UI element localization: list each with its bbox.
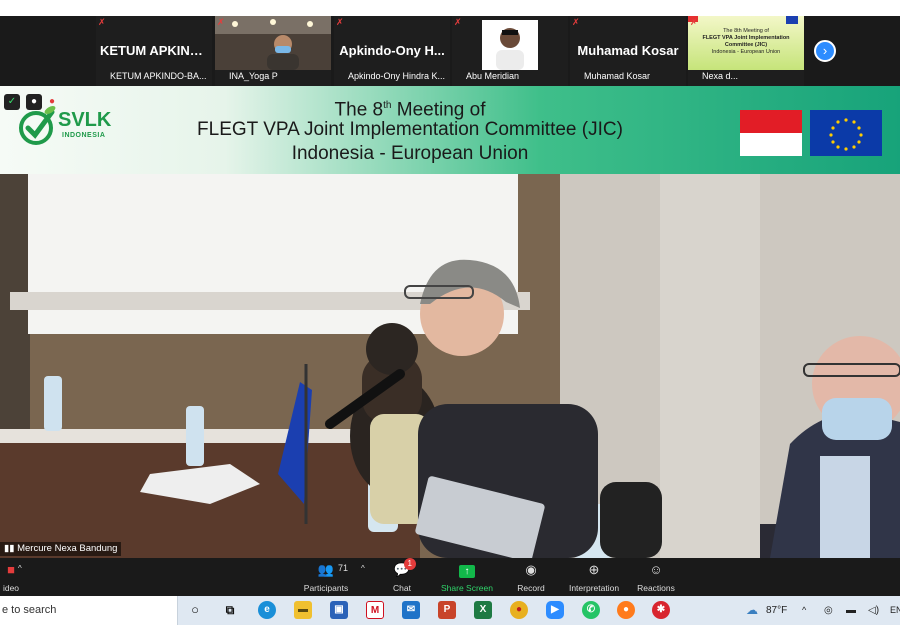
eu-flag — [810, 110, 882, 156]
participant-name: Muhamad Kosar — [584, 71, 651, 81]
participant-display-name: Apkindo-Ony H... — [339, 43, 445, 58]
participant-tile[interactable]: ✗ Abu Meridian — [452, 16, 568, 86]
indonesia-flag — [740, 110, 802, 156]
weather-icon[interactable]: ☁ — [746, 596, 758, 625]
excel-icon[interactable]: X — [474, 601, 492, 619]
svlk-leaf-icon — [19, 106, 56, 145]
interpretation-button[interactable]: ⊕ Interpretation — [562, 558, 626, 596]
eu-flag-icon — [786, 16, 798, 24]
share-screen-button[interactable]: ↑ Share Screen — [436, 558, 498, 596]
participant-photo — [452, 16, 568, 70]
meeting-banner: ✓ ● ● SVLK INDONESIA The 8th Meeting of FL… — [0, 86, 900, 174]
mini-slide-line3: Indonesia - European Union — [711, 49, 781, 55]
logo-text: SVLK — [58, 109, 112, 131]
smiley-icon: ☺ — [649, 562, 663, 577]
chat-bubble-icon: 💬 — [393, 562, 411, 577]
logo-subtext: INDONESIA — [62, 132, 106, 139]
chevron-up-icon[interactable]: ^ — [361, 564, 365, 573]
participant-video — [215, 16, 331, 70]
mini-slide-line1: The 8th Meeting of — [723, 28, 769, 34]
cortana-icon[interactable]: ○ — [186, 601, 204, 619]
muted-mic-icon: ✗ — [454, 17, 462, 27]
participant-tile[interactable]: The 8th Meeting of FLEGT VPA Joint Imple… — [688, 16, 804, 86]
participants-count: 71 — [338, 563, 349, 573]
participant-name: Nexa d... — [702, 71, 739, 81]
chat-button[interactable]: 💬 1 Chat — [380, 558, 424, 596]
edge-icon[interactable]: e — [258, 601, 276, 619]
weather-temperature[interactable]: 87°F — [766, 596, 787, 625]
participant-display-name: Muhamad Kosar — [577, 43, 679, 58]
banner-line-2: FLEGT VPA Joint Implementation Committee… — [197, 119, 623, 140]
share-screen-icon: ↑ — [459, 565, 475, 578]
meeting-controls: ■ ideo ^ 👥 Participants 71 ^ 💬 1 Chat ↑ … — [0, 558, 900, 596]
participant-tile[interactable]: Apkindo-Ony H... ✗ Apkindo-Ony Hindra K.… — [334, 16, 450, 86]
windows-taskbar: e to search ○ ⧉ e ▬ ▣ M ✉ P X ● ▶ ✆ ● ✱ … — [0, 596, 900, 625]
network-icon[interactable]: ◎ — [824, 596, 833, 625]
muted-mic-icon: ✗ — [572, 17, 580, 27]
participant-tile[interactable]: Muhamad Kosar ✗ Muhamad Kosar — [570, 16, 686, 86]
muted-mic-icon: ✗ — [98, 17, 106, 27]
mail-icon[interactable]: ✉ — [402, 601, 420, 619]
signal-bars-icon: ▮▮ — [4, 543, 15, 554]
participant-name: INA_Yoga P — [229, 71, 278, 81]
speaker-icon[interactable]: ◁) — [868, 596, 879, 625]
muted-mic-icon: ✗ — [336, 17, 344, 27]
participant-name: Abu Meridian — [466, 71, 520, 81]
chevron-right-icon[interactable]: › — [814, 40, 836, 62]
room-name-label: ▮▮ Mercure Nexa Bandung — [0, 542, 122, 556]
language-indicator[interactable]: EN — [890, 596, 900, 625]
powerpoint-icon[interactable]: P — [438, 601, 456, 619]
chevron-up-icon[interactable]: ^ — [18, 564, 22, 573]
battery-icon[interactable]: ▬ — [846, 596, 856, 625]
muted-mic-icon: ✗ — [690, 17, 698, 27]
participant-strip: KETUM APKIND... ✗ KETUM APKINDO-BA... ✗ … — [0, 16, 900, 86]
participant-display-name: KETUM APKIND... — [100, 43, 208, 58]
participant-tile[interactable]: KETUM APKIND... ✗ KETUM APKINDO-BA... — [96, 16, 212, 86]
main-video: ✓ ● ● SVLK INDONESIA The 8th Meeting of FL… — [0, 86, 900, 558]
file-explorer-icon[interactable]: ▬ — [294, 601, 312, 619]
whatsapp-icon[interactable]: ✆ — [582, 601, 600, 619]
chrome-icon[interactable]: ● — [510, 601, 528, 619]
zoom-meeting-window: KETUM APKIND... ✗ KETUM APKINDO-BA... ✗ … — [0, 0, 900, 625]
mini-slide-line2: FLEGT VPA Joint Implementation Committee… — [702, 35, 790, 48]
participant-tile[interactable]: ✗ INA_Yoga P — [215, 16, 331, 86]
banner-line-3: Indonesia - European Union — [291, 143, 529, 164]
participant-name: KETUM APKINDO-BA... — [110, 71, 207, 81]
taskbar-search-box[interactable]: e to search — [0, 596, 178, 625]
svlk-logo: SVLK INDONESIA — [16, 104, 116, 154]
firefox-icon[interactable]: ● — [617, 601, 635, 619]
reactions-button[interactable]: ☺ Reactions — [634, 558, 678, 596]
zoom-icon[interactable]: ▶ — [546, 601, 564, 619]
record-button[interactable]: ◉ Record — [508, 558, 554, 596]
record-icon: ◉ — [525, 562, 537, 577]
globe-icon: ⊕ — [588, 562, 600, 577]
chevron-up-icon[interactable]: ^ — [802, 596, 806, 625]
conference-room-scene — [0, 174, 900, 558]
mcafee-icon[interactable]: M — [366, 601, 384, 619]
store-icon[interactable]: ▣ — [330, 601, 348, 619]
participant-name: Apkindo-Ony Hindra K... — [348, 71, 446, 81]
muted-mic-icon: ✗ — [217, 17, 225, 27]
chat-unread-badge: 1 — [403, 558, 416, 570]
participant-shared-slide: The 8th Meeting of FLEGT VPA Joint Imple… — [688, 16, 804, 70]
task-view-icon[interactable]: ⧉ — [221, 601, 239, 619]
puzzle-app-icon[interactable]: ✱ — [652, 601, 670, 619]
